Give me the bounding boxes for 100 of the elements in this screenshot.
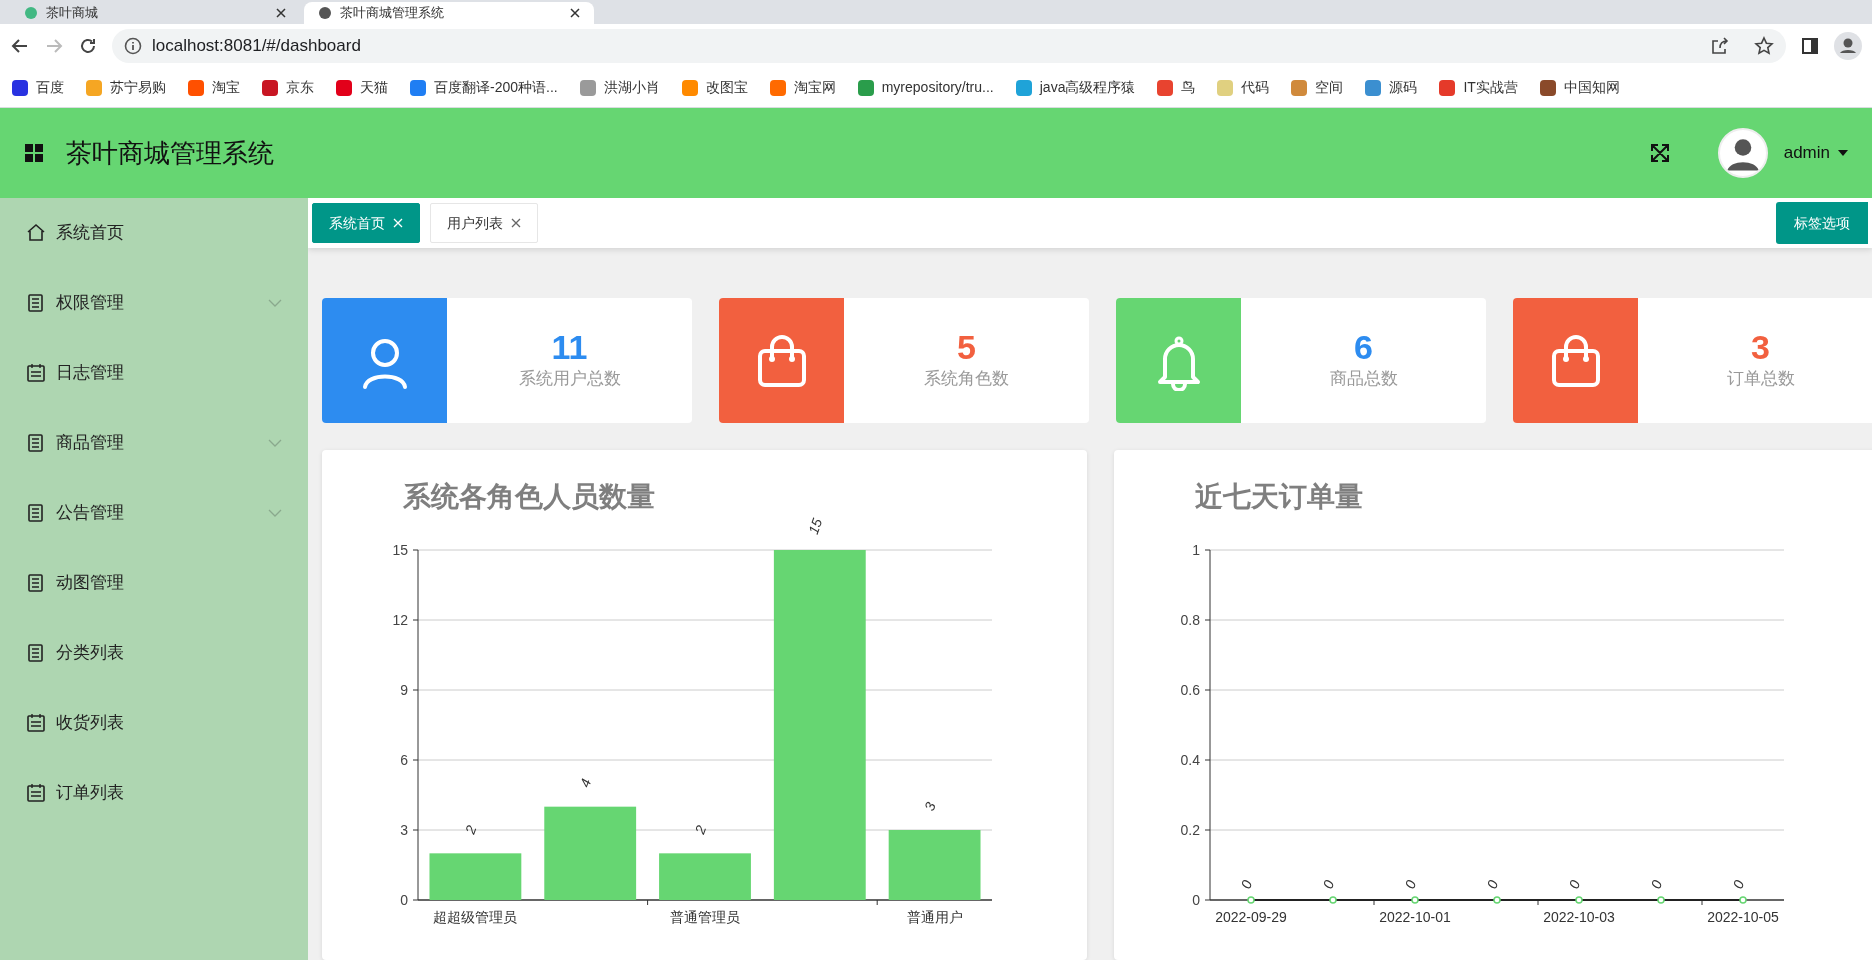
- close-icon: [570, 8, 580, 18]
- caret-icon[interactable]: [1838, 150, 1848, 156]
- close-icon: [393, 218, 403, 228]
- axis-label: 2022-10-01: [1379, 909, 1451, 925]
- sidebar-item[interactable]: 动图管理: [0, 548, 308, 618]
- axis-label: 0.2: [1180, 822, 1200, 838]
- axis-label: 0.8: [1180, 612, 1200, 628]
- data-label: 2: [691, 823, 710, 836]
- data-label: 3: [921, 799, 939, 813]
- axis-label: 普通管理员: [670, 909, 740, 925]
- page-tab[interactable]: 系统首页: [312, 203, 420, 243]
- fullscreen-icon[interactable]: [1649, 143, 1670, 163]
- bookmark[interactable]: 洪湖小肖: [579, 77, 660, 98]
- reload-icon[interactable]: [78, 36, 98, 56]
- app-title: 茶叶商城管理系统: [66, 136, 274, 170]
- calendar-icon: [26, 713, 46, 733]
- data-label: 0: [1729, 877, 1748, 891]
- stat-label: 订单总数: [1726, 368, 1795, 391]
- close-icon: [276, 8, 286, 18]
- axis-label: 2022-10-05: [1707, 909, 1779, 925]
- axis-label: 2022-10-03: [1543, 909, 1615, 925]
- data-label: 0: [1401, 877, 1420, 891]
- url-text: localhost:8081/#/dashboard: [152, 35, 361, 58]
- bookmark[interactable]: 百度: [12, 77, 64, 98]
- stat-label: 系统用户总数: [518, 368, 621, 391]
- sidebar-item[interactable]: 订单列表: [0, 758, 308, 828]
- close-icon: [511, 218, 521, 228]
- axis-label: 0.6: [1180, 682, 1200, 698]
- avatar[interactable]: [1717, 128, 1768, 178]
- bookmark[interactable]: 京东: [262, 77, 314, 98]
- axis-label: 2022-09-29: [1215, 909, 1287, 925]
- bookmark[interactable]: 空间: [1291, 77, 1344, 98]
- bookmark[interactable]: 淘宝网: [769, 77, 836, 98]
- document-icon: [26, 503, 46, 523]
- bookmark[interactable]: 改图宝: [681, 77, 748, 98]
- calendar-icon: [26, 363, 46, 383]
- browser-tab[interactable]: 茶叶商城: [10, 2, 300, 24]
- axis-label: 6: [400, 752, 408, 768]
- axis-label: 0: [1192, 892, 1200, 908]
- bookmark[interactable]: 源码: [1365, 77, 1418, 98]
- axis-label: 0.4: [1180, 752, 1200, 768]
- axis-label: 12: [392, 612, 408, 628]
- document-icon: [26, 433, 46, 453]
- document-icon: [26, 293, 46, 313]
- stat-value: 11: [551, 329, 588, 367]
- home-icon: [26, 223, 46, 243]
- bookmark[interactable]: 淘宝: [188, 77, 240, 98]
- axis-label: 普通用户: [906, 909, 963, 925]
- axis-label: 15: [392, 542, 408, 558]
- sidebar-item[interactable]: 权限管理: [0, 268, 308, 338]
- axis-label: 0: [400, 892, 408, 908]
- stat-label: 系统角色数: [924, 368, 1009, 391]
- data-label: 15: [804, 516, 826, 537]
- bookmark[interactable]: 天猫: [336, 77, 388, 98]
- bookmark[interactable]: 苏宁易购: [86, 77, 166, 98]
- data-label: 0: [1647, 877, 1666, 891]
- bookmark[interactable]: myrepository/tru...: [857, 77, 994, 98]
- address-bar[interactable]: localhost:8081/#/dashboard: [112, 29, 1786, 63]
- axis-label: 1: [1192, 542, 1200, 558]
- data-point: [1247, 896, 1255, 904]
- share-icon[interactable]: [1710, 36, 1730, 56]
- data-point: [1411, 896, 1419, 904]
- bookmark[interactable]: 百度翻译-200种语...: [410, 77, 558, 98]
- sidebar-item[interactable]: 公告管理: [0, 478, 308, 548]
- calendar-icon: [26, 783, 46, 803]
- sidebar-item[interactable]: 系统首页: [0, 198, 308, 268]
- page-tab[interactable]: 用户列表: [430, 203, 538, 243]
- bookmark[interactable]: IT实战营: [1439, 77, 1518, 98]
- data-label: 0: [1237, 877, 1256, 891]
- document-icon: [26, 573, 46, 593]
- chart-title: 近七天订单量: [1195, 481, 1363, 512]
- data-point: [1657, 896, 1665, 904]
- browser-tab[interactable]: 茶叶商城管理系统: [304, 2, 594, 24]
- bookmark[interactable]: 鸟: [1157, 77, 1196, 98]
- sidebar-item[interactable]: 分类列表: [0, 618, 308, 688]
- menu-icon[interactable]: [24, 143, 44, 163]
- tab-options-button[interactable]: 标签选项: [1776, 202, 1868, 244]
- data-point: [1329, 896, 1337, 904]
- sidebar-item[interactable]: 收货列表: [0, 688, 308, 758]
- bookmark[interactable]: 中国知网: [1539, 77, 1620, 98]
- data-label: 0: [1483, 877, 1502, 891]
- axis-label: 3: [400, 822, 408, 838]
- axis-label: 9: [400, 682, 408, 698]
- data-label: 4: [576, 776, 595, 790]
- document-icon: [26, 643, 46, 663]
- stat-value: 3: [1751, 329, 1770, 367]
- stat-label: 商品总数: [1329, 368, 1398, 391]
- side-panel-icon[interactable]: [1800, 36, 1820, 56]
- info-icon[interactable]: [124, 37, 142, 55]
- sidebar-item[interactable]: 商品管理: [0, 408, 308, 478]
- data-label: 2: [461, 823, 480, 836]
- user-name[interactable]: admin: [1783, 140, 1830, 166]
- bookmark[interactable]: 代码: [1217, 77, 1270, 98]
- data-label: 0: [1565, 877, 1584, 891]
- sidebar-item[interactable]: 日志管理: [0, 338, 308, 408]
- stat-value: 6: [1354, 329, 1373, 367]
- bookmark[interactable]: java高级程序猿: [1015, 77, 1136, 98]
- profile-icon[interactable]: [1834, 32, 1862, 60]
- axis-label: 超超级管理员: [433, 909, 518, 925]
- star-icon[interactable]: [1754, 36, 1774, 56]
